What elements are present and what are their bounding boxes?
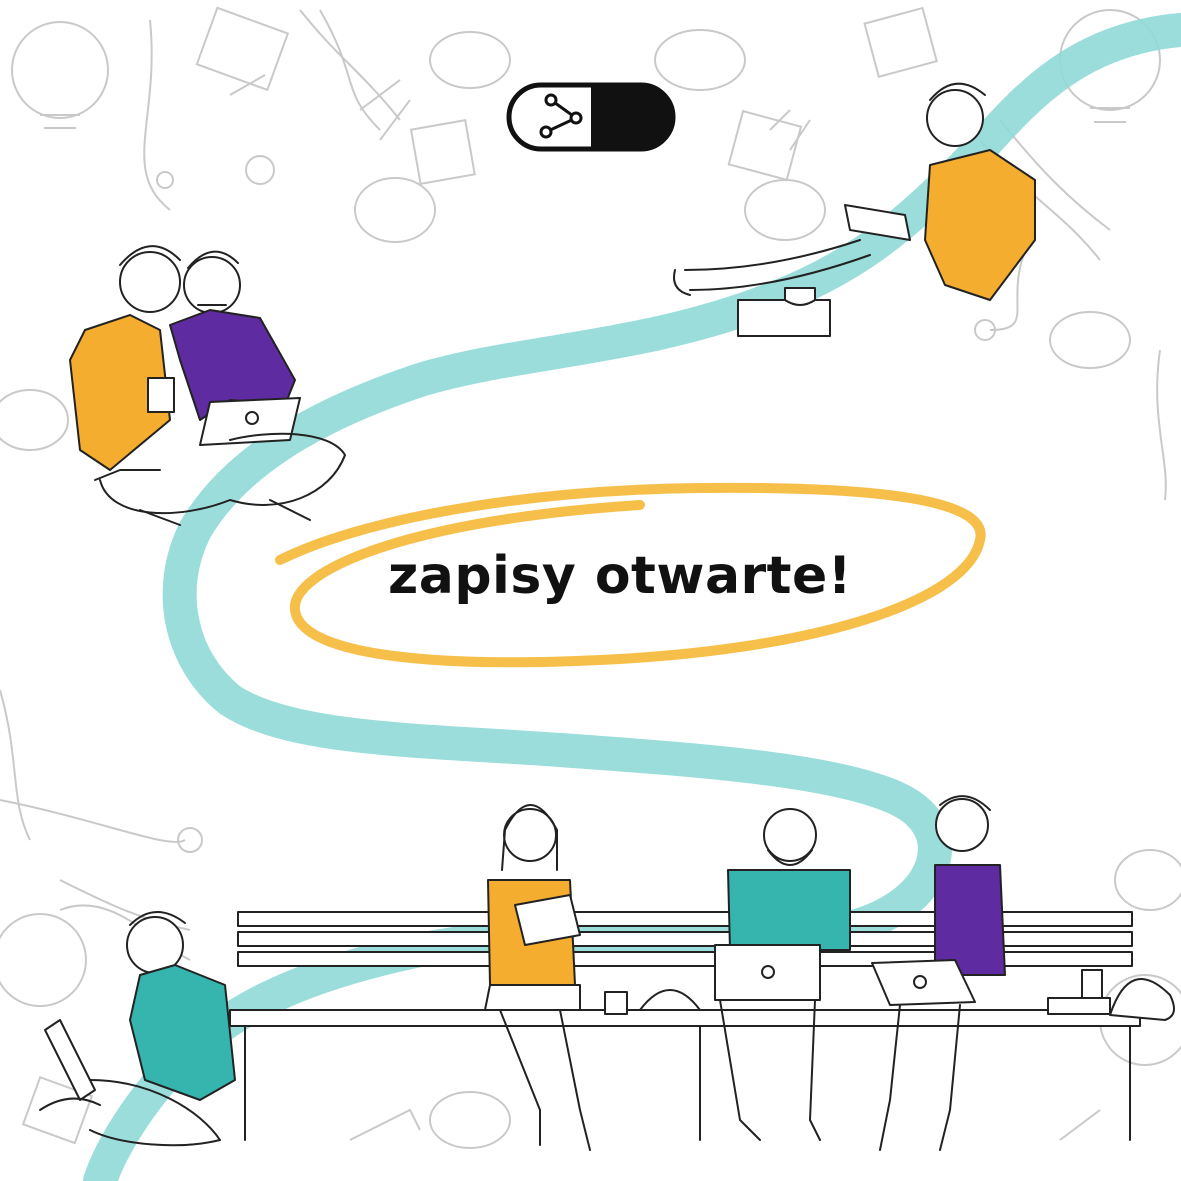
man-reading-book <box>673 82 1036 337</box>
backpack-icon <box>1109 978 1175 1021</box>
bottle-icon <box>1081 969 1103 999</box>
poster: zapisy otwarte! <box>0 0 1181 1181</box>
headline: zapisy otwarte! <box>387 546 853 606</box>
woman-with-laptop-on-bench <box>871 795 1006 1151</box>
man-with-laptop-sitting <box>39 911 236 1147</box>
books-icon <box>1047 997 1111 1015</box>
woman-with-tablet-on-bench <box>484 804 591 1151</box>
pill-share-logo <box>506 82 676 152</box>
bag-icon <box>639 989 701 1011</box>
pill-share-logo-icon <box>506 82 676 152</box>
couple-with-laptop <box>69 245 346 526</box>
man-with-laptop-on-bench <box>714 808 851 1141</box>
coffee-cup-icon <box>604 991 628 1015</box>
